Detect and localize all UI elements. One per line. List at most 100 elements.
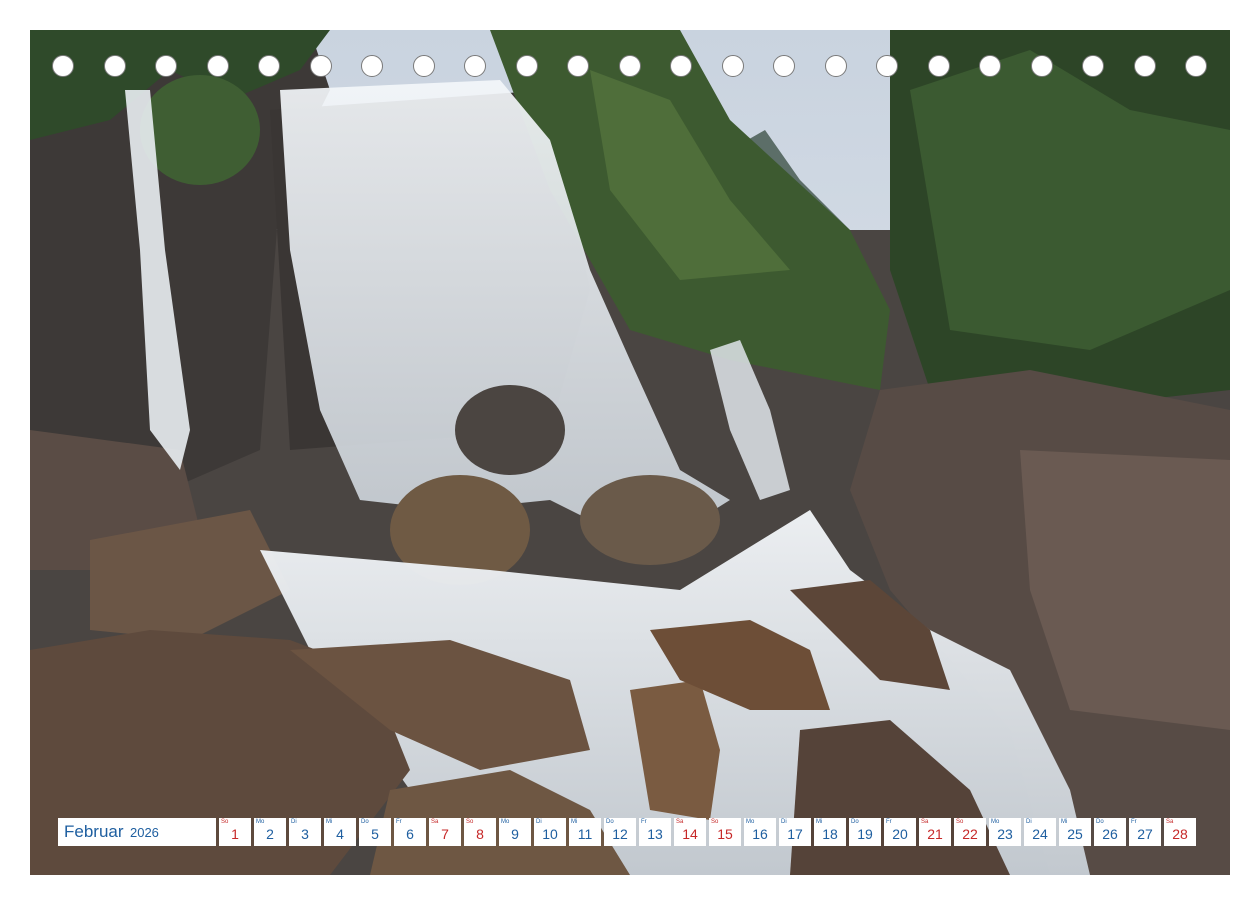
waterfall-photo	[30, 30, 1230, 875]
binding-hole	[1185, 55, 1207, 77]
day-number: 9	[511, 826, 519, 842]
binding-hole	[103, 55, 126, 77]
binding-hole	[979, 55, 1001, 77]
day-weekday: Mo	[746, 819, 755, 825]
month-label: Februar 2026	[58, 818, 216, 846]
day-cell: Sa 21	[919, 818, 951, 846]
day-number: 6	[406, 826, 414, 842]
day-weekday: Fr	[886, 819, 892, 825]
day-cell: Mo 2	[254, 818, 286, 846]
binding-hole	[155, 55, 177, 77]
binding-hole	[309, 55, 332, 77]
day-number: 28	[1172, 826, 1188, 842]
day-weekday: Mo	[991, 819, 1000, 825]
day-cell: Mi 18	[814, 818, 846, 846]
day-cell: Di 10	[534, 818, 566, 846]
day-cell: Do 26	[1094, 818, 1126, 846]
day-weekday: Mo	[256, 819, 265, 825]
day-weekday: Mi	[326, 819, 333, 825]
binding-hole	[824, 55, 847, 77]
day-number: 23	[997, 826, 1013, 842]
day-weekday: Do	[851, 819, 859, 825]
day-weekday: Sa	[676, 819, 684, 825]
day-cell: Mo 16	[744, 818, 776, 846]
day-weekday: Mo	[501, 819, 510, 825]
day-weekday: Sa	[1166, 819, 1174, 825]
binding-hole	[773, 55, 795, 77]
day-number: 3	[301, 826, 309, 842]
day-number: 24	[1032, 826, 1048, 842]
day-cell: Mi 11	[569, 818, 601, 846]
day-number: 8	[476, 826, 484, 842]
day-number: 27	[1137, 826, 1153, 842]
day-weekday: So	[221, 819, 229, 825]
day-number: 15	[717, 826, 733, 842]
binding-hole	[464, 55, 486, 77]
binding-hole	[567, 55, 589, 77]
binding-hole	[52, 55, 74, 77]
binding-hole	[670, 55, 692, 77]
binding-hole	[721, 55, 744, 77]
day-number: 7	[441, 826, 449, 842]
day-cell: Fr 6	[394, 818, 426, 846]
day-number: 2	[266, 826, 274, 842]
day-cell: Mo 23	[989, 818, 1021, 846]
day-weekday: Sa	[431, 819, 439, 825]
day-number: 17	[787, 826, 803, 842]
day-number: 25	[1067, 826, 1083, 842]
day-cell: Di 24	[1024, 818, 1056, 846]
day-weekday: Fr	[1131, 819, 1137, 825]
day-number: 12	[612, 826, 628, 842]
day-number: 22	[962, 826, 978, 842]
day-number: 16	[752, 826, 768, 842]
binding-hole	[361, 55, 383, 77]
binding-hole	[876, 55, 898, 77]
day-cell: Fr 13	[639, 818, 671, 846]
day-weekday: Do	[606, 819, 614, 825]
day-weekday: So	[711, 819, 719, 825]
day-cell: Fr 20	[884, 818, 916, 846]
day-number: 5	[371, 826, 379, 842]
day-number: 18	[822, 826, 838, 842]
day-weekday: Do	[361, 819, 369, 825]
calendar-strip: Februar 2026 So 1 Mo 2 Di 3 Mi 4 Do 5 Fr 6 Sa 7 So 8 Mo 9…	[58, 818, 1196, 846]
day-number: 19	[857, 826, 873, 842]
day-cell: Do 5	[359, 818, 391, 846]
day-weekday: So	[956, 819, 964, 825]
binding-hole	[206, 55, 229, 77]
day-weekday: Di	[781, 819, 787, 825]
day-number: 4	[336, 826, 344, 842]
day-cell: Mo 9	[499, 818, 531, 846]
day-cell: Sa 7	[429, 818, 461, 846]
day-weekday: Mi	[1061, 819, 1068, 825]
binding-hole	[618, 55, 641, 77]
day-number: 11	[577, 826, 593, 842]
day-cell: Mi 4	[324, 818, 356, 846]
day-cell: Do 19	[849, 818, 881, 846]
day-weekday: So	[466, 819, 474, 825]
day-cell: Fr 27	[1129, 818, 1161, 846]
day-weekday: Sa	[921, 819, 929, 825]
day-weekday: Fr	[396, 819, 402, 825]
day-number: 20	[892, 826, 908, 842]
day-weekday: Di	[536, 819, 542, 825]
day-number: 14	[682, 826, 698, 842]
binding-hole	[927, 55, 950, 77]
day-weekday: Mi	[571, 819, 578, 825]
binding-hole	[1030, 55, 1053, 77]
day-cell: Di 3	[289, 818, 321, 846]
day-cell: So 22	[954, 818, 986, 846]
day-cell: Sa 28	[1164, 818, 1196, 846]
day-weekday: Fr	[641, 819, 647, 825]
day-cell: So 1	[219, 818, 251, 846]
day-number: 26	[1102, 826, 1118, 842]
day-weekday: Do	[1096, 819, 1104, 825]
day-weekday: Mi	[816, 819, 823, 825]
day-number: 10	[542, 826, 558, 842]
month-year: 2026	[129, 825, 159, 840]
day-number: 1	[231, 826, 239, 842]
day-weekday: Di	[291, 819, 297, 825]
binding-hole	[515, 55, 538, 77]
binding-hole	[412, 55, 435, 77]
day-number: 13	[647, 826, 663, 842]
